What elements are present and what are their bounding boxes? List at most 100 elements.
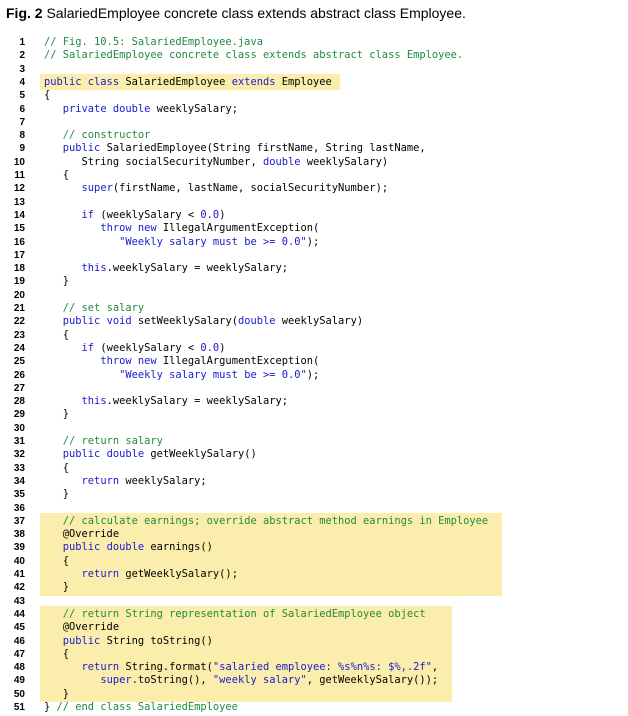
line-number: 24 [13, 342, 25, 354]
line-number: 14 [13, 209, 25, 221]
code-token: ); [306, 235, 320, 248]
line-number: 43 [13, 595, 25, 607]
code-line: 40 { [0, 555, 628, 568]
code-text: @Override [44, 528, 119, 541]
code-token: // return salary [62, 435, 163, 447]
code-line: 43 [0, 595, 628, 608]
code-token: // Fig. 10.5: SalariedEmployee.java [44, 36, 263, 48]
code-token: return [81, 568, 126, 580]
code-token: public [62, 634, 107, 647]
code-token: this [81, 395, 107, 408]
code-token: if [81, 208, 101, 221]
line-number: 18 [13, 263, 25, 275]
code-text: throw new IllegalArgumentException( [44, 355, 319, 368]
code-token: { [44, 461, 70, 474]
code-line: 46 public String toString() [0, 635, 628, 648]
line-number: 5 [19, 90, 25, 102]
code-line: 28 this.weeklySalary = weeklySalary; [0, 395, 628, 408]
code-line: 12 super(firstName, lastName, socialSecu… [0, 182, 628, 195]
code-text: if (weeklySalary < 0.0) [44, 208, 226, 222]
line-number: 2 [19, 50, 25, 62]
code-text: // set salary [44, 302, 144, 315]
code-token: } [44, 408, 70, 421]
code-token: SalariedEmployee [125, 75, 232, 88]
code-text: } [44, 488, 69, 501]
code-token: public double [62, 448, 151, 461]
code-token: { [44, 554, 70, 567]
code-text: public double earnings() [44, 541, 213, 554]
code-text: "Weekly salary must be >= 0.0"); [44, 236, 319, 249]
code-text: this.weeklySalary = weeklySalary; [44, 262, 288, 275]
code-text: // SalariedEmployee concrete class exten… [44, 49, 463, 62]
code-token: @Override [44, 621, 120, 634]
line-number: 23 [13, 329, 25, 341]
line-number: 17 [13, 249, 25, 261]
code-text: super.toString(), "weekly salary", getWe… [44, 674, 438, 687]
code-token: } [44, 581, 70, 594]
code-token: // SalariedEmployee concrete class exten… [44, 49, 464, 62]
code-line: 50 } [0, 688, 628, 701]
code-token: weeklySalary) [306, 155, 389, 168]
code-token: earnings() [150, 541, 213, 554]
code-line: 36 [0, 502, 628, 515]
code-token: public double [62, 541, 151, 554]
code-line: 19 } [0, 275, 628, 288]
code-text: public String toString() [44, 635, 213, 648]
code-text: return getWeeklySalary(); [44, 568, 238, 581]
code-line: 33 { [0, 462, 628, 475]
code-token: // calculate earnings; override abstract… [62, 514, 489, 527]
code-line: 2 // SalariedEmployee concrete class exte… [0, 49, 628, 62]
code-line: 3 [0, 63, 628, 76]
line-number: 12 [13, 183, 25, 195]
code-line: 41 return getWeeklySalary(); [0, 568, 628, 581]
code-line: 15 throw new IllegalArgumentException( [0, 222, 628, 235]
code-text: super(firstName, lastName, socialSecurit… [44, 182, 389, 195]
code-token: @Override [44, 528, 120, 541]
code-line: 24 if (weeklySalary < 0.0) [0, 342, 628, 355]
line-number: 44 [13, 608, 25, 620]
code-text: } // end class SalariedEmployee [44, 701, 238, 714]
code-token: 0.0 [200, 208, 220, 221]
code-token: .weeklySalary = weeklySalary; [106, 262, 288, 275]
figure-caption: SalariedEmployee concrete class extends … [46, 5, 466, 21]
code-token: super [100, 674, 132, 687]
code-line: 14 if (weeklySalary < 0.0) [0, 209, 628, 222]
code-token: public class [44, 75, 126, 88]
code-token: weeklySalary) [281, 315, 364, 328]
code-line: 44 // return String representation of Sa… [0, 608, 628, 621]
code-text: "Weekly salary must be >= 0.0"); [44, 369, 319, 382]
code-text: private double weeklySalary; [44, 103, 238, 116]
line-number: 27 [13, 382, 25, 394]
code-token: String socialSecurityNumber, [44, 155, 263, 168]
code-line: 49 super.toString(), "weekly salary", ge… [0, 674, 628, 687]
line-number: 37 [13, 515, 25, 527]
figure-label: Fig. 2 [6, 5, 43, 21]
line-number: 29 [13, 409, 25, 421]
line-number: 35 [13, 489, 25, 501]
code-token: (firstName, lastName, socialSecurityNumb… [112, 182, 389, 195]
line-number: 22 [13, 316, 25, 328]
code-token: private double [62, 102, 157, 115]
code-token: double [237, 315, 282, 328]
line-number: 7 [19, 116, 25, 128]
line-number: 8 [19, 130, 25, 142]
code-token: { [44, 89, 51, 102]
code-token: throw new [100, 355, 163, 368]
line-number: 51 [13, 702, 25, 713]
code-token: getWeeklySalary() [150, 448, 257, 461]
code-line: 20 [0, 289, 628, 302]
code-token: } [44, 275, 70, 288]
line-number: 19 [13, 276, 25, 288]
